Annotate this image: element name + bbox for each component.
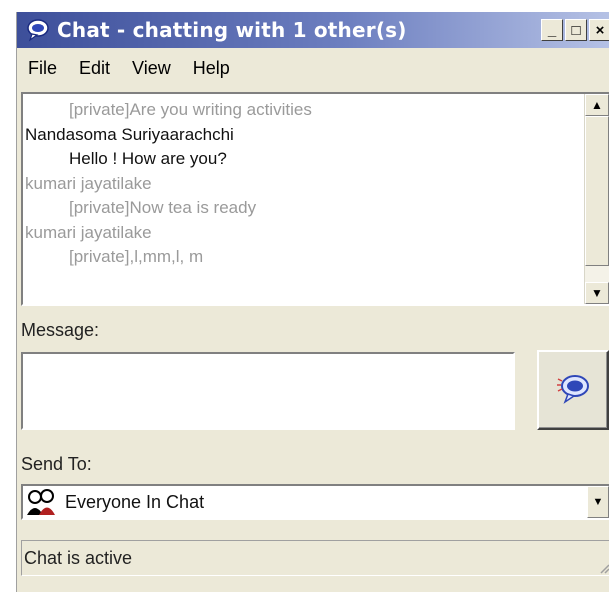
- send-button[interactable]: [537, 350, 609, 430]
- message-label: Message:: [21, 320, 100, 340]
- chat-log-line: kumari jayatilake: [25, 222, 152, 242]
- chat-log-lines: [private]Are you writing activities Nanda…: [25, 98, 583, 270]
- send-to-dropdown-button[interactable]: ▼: [587, 486, 609, 518]
- scroll-up-button[interactable]: ▲: [585, 94, 609, 116]
- chat-log-line: Nandasoma Suriyaarachchi: [25, 124, 234, 144]
- menu-help[interactable]: Help: [182, 58, 241, 79]
- menu-file[interactable]: File: [17, 58, 68, 79]
- menu-view[interactable]: View: [121, 58, 182, 79]
- chat-bubble-send-icon: [555, 371, 591, 410]
- send-to-label: Send To:: [21, 454, 92, 474]
- chat-log-line: kumari jayatilake: [25, 173, 152, 193]
- scroll-down-button[interactable]: ▼: [585, 282, 609, 304]
- status-bar: Chat is active: [21, 540, 609, 576]
- resize-grip-icon[interactable]: [598, 561, 609, 574]
- chat-window: Chat - chatting with 1 other(s) _ □ × Fi…: [16, 12, 609, 592]
- title-bar[interactable]: Chat - chatting with 1 other(s) _ □ ×: [17, 12, 609, 48]
- status-text: Chat is active: [24, 547, 133, 568]
- people-icon: [25, 487, 59, 517]
- send-to-value: Everyone In Chat: [65, 491, 205, 512]
- window-title: Chat - chatting with 1 other(s): [57, 18, 407, 42]
- menu-edit[interactable]: Edit: [68, 58, 121, 79]
- scroll-thumb[interactable]: [585, 116, 609, 266]
- chat-bubble-icon: [25, 17, 51, 43]
- message-input[interactable]: [21, 352, 515, 430]
- maximize-button[interactable]: □: [565, 19, 587, 41]
- chat-log-line: [private]Now tea is ready: [69, 198, 257, 217]
- chat-log-line: [private]Are you writing activities: [69, 100, 312, 119]
- minimize-button[interactable]: _: [541, 19, 563, 41]
- close-button[interactable]: ×: [589, 19, 609, 41]
- menu-bar: File Edit View Help: [17, 54, 241, 82]
- chat-log-scrollbar[interactable]: ▲ ▼: [584, 94, 609, 304]
- chat-log-line: [private],l,mm,l, m: [69, 247, 204, 266]
- send-to-select[interactable]: Everyone In Chat ▼: [21, 484, 609, 520]
- chat-log-line: Hello ! How are you?: [69, 149, 227, 168]
- chat-log[interactable]: [private]Are you writing activities Nanda…: [21, 92, 609, 306]
